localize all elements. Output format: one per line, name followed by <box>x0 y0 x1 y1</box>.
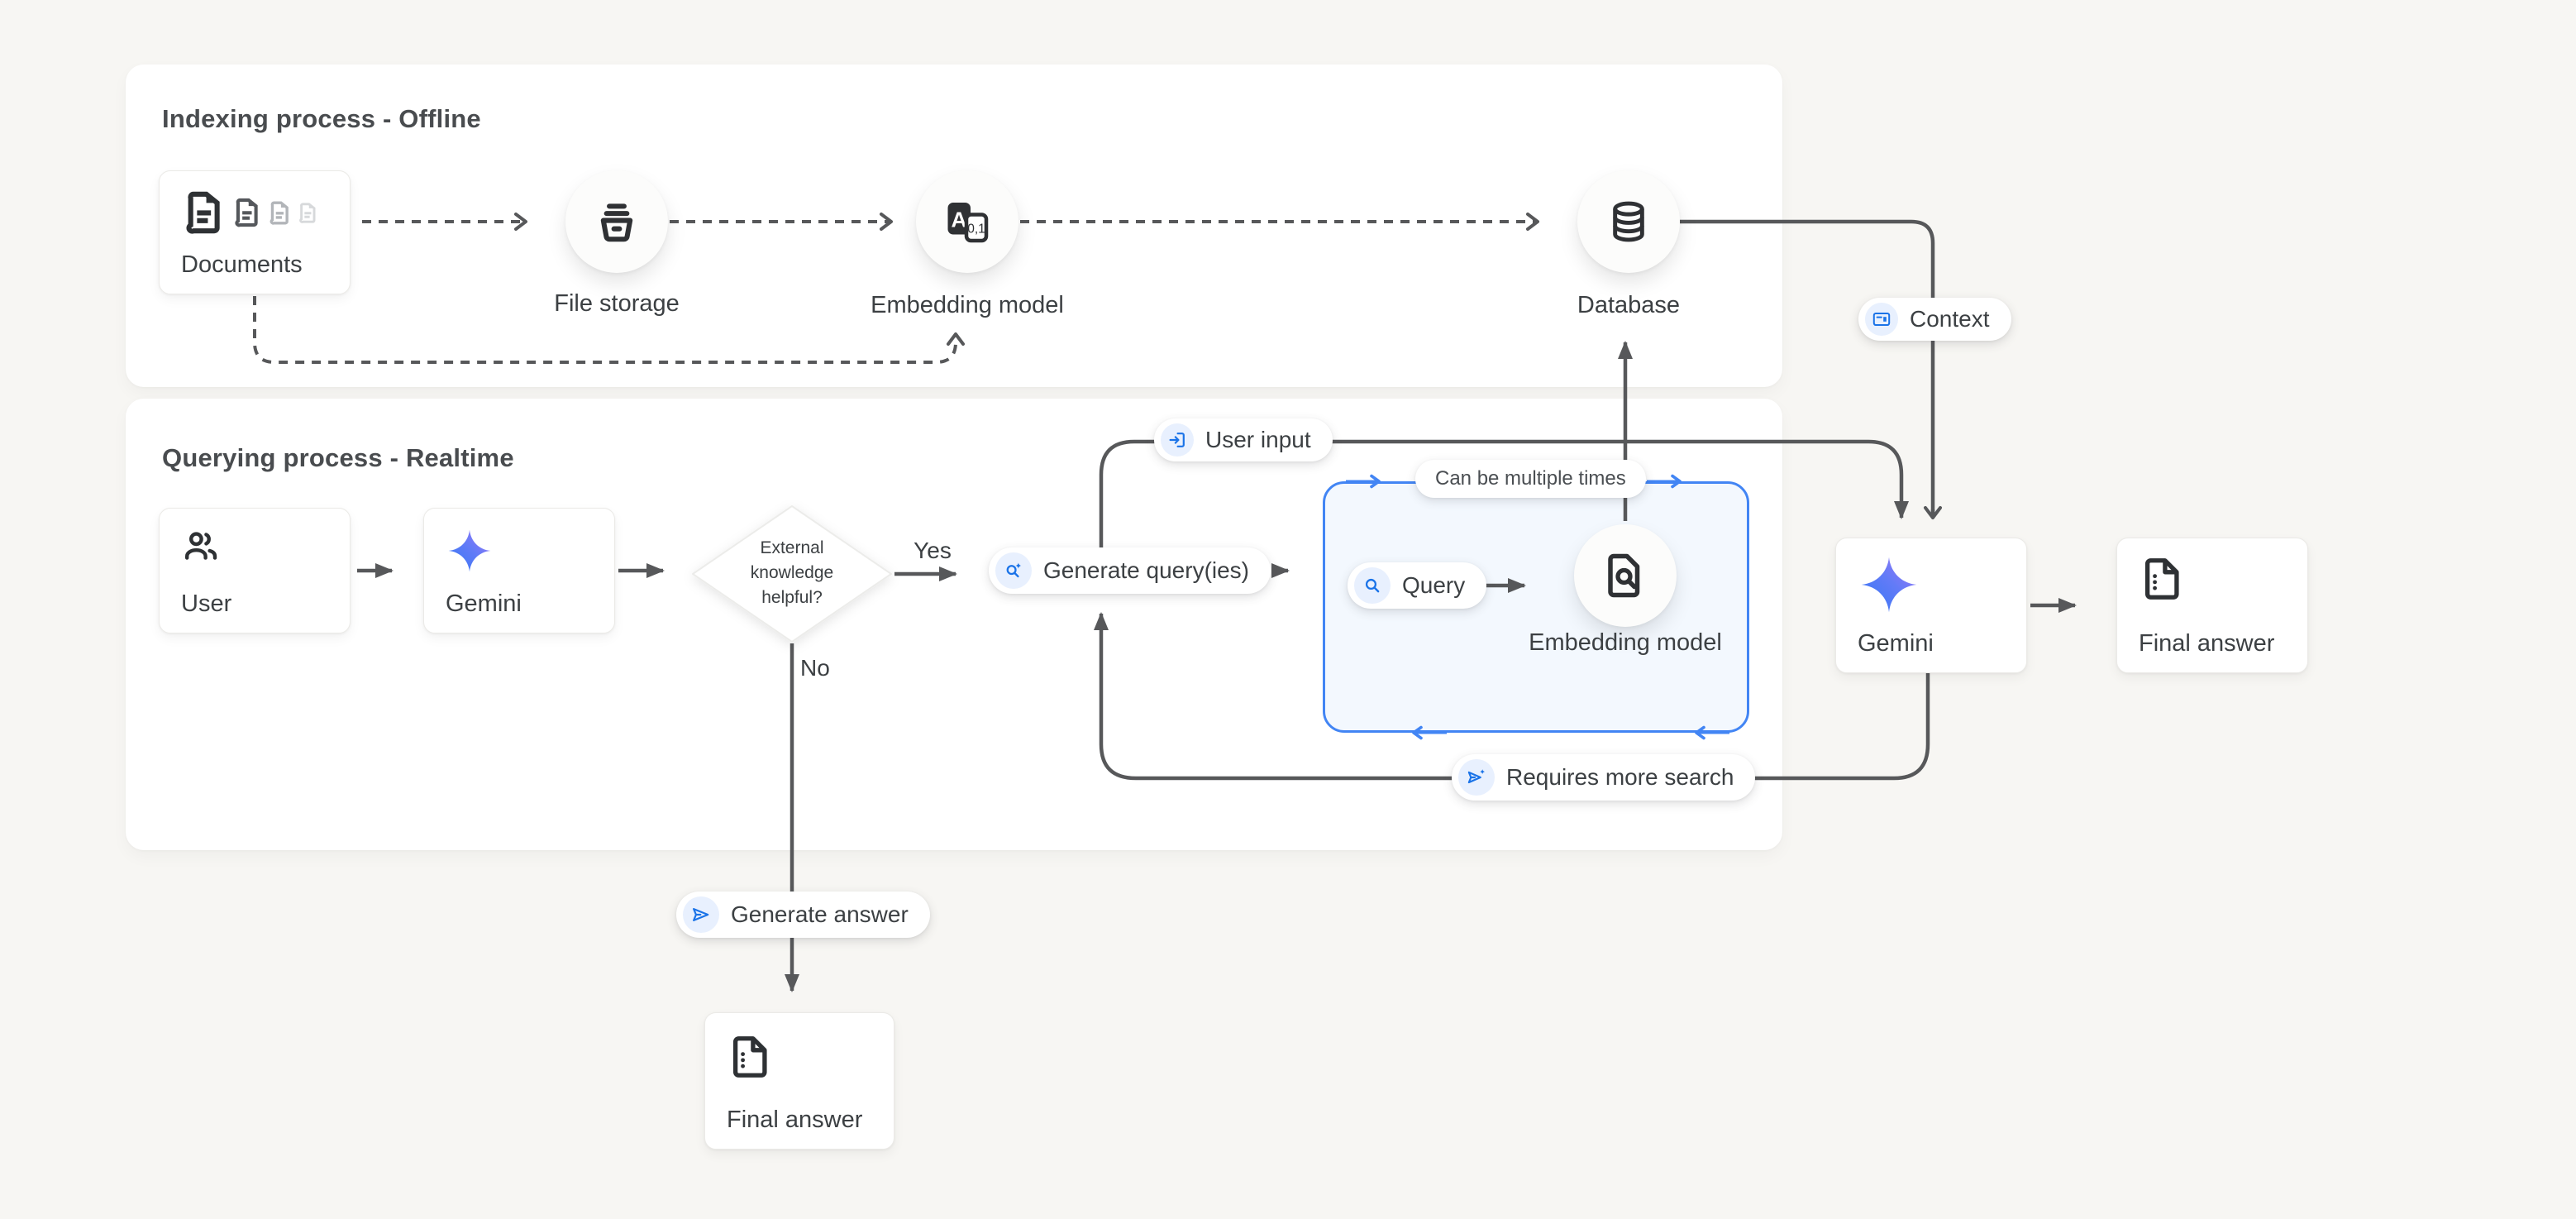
can-be-multiple-times-label: Can be multiple times <box>1435 467 1626 490</box>
document-icon <box>231 197 263 228</box>
query-search-icon <box>1354 567 1391 604</box>
documents-label: Documents <box>181 251 328 279</box>
context-pill: Context <box>1858 298 2011 341</box>
embedding-model-icon: A 0,1 <box>942 197 992 246</box>
generate-query-icon <box>995 552 1032 589</box>
rag-architecture-diagram: Indexing process - Offline Querying proc… <box>0 0 2576 1219</box>
gemini-query-label: Gemini <box>446 590 593 618</box>
user-input-label: User input <box>1205 427 1311 453</box>
documents-card: Documents <box>159 170 351 294</box>
querying-panel-title: Querying process - Realtime <box>162 443 514 473</box>
context-icon <box>1865 303 1898 336</box>
query-label: Query <box>1402 572 1465 599</box>
requires-more-search-icon <box>1458 759 1495 796</box>
final-answer-right-label: Final answer <box>2139 630 2286 657</box>
document-icon <box>181 189 227 236</box>
embedding-model-offline-label: Embedding model <box>843 288 1091 323</box>
generate-answer-icon <box>683 896 719 933</box>
user-label: User <box>181 590 328 618</box>
database-node <box>1577 170 1680 273</box>
glyph-a: A <box>952 208 967 232</box>
file-storage-label: File storage <box>493 286 741 322</box>
final-answer-right-card: Final answer <box>2116 538 2308 673</box>
file-storage-icon <box>593 198 641 246</box>
user-icon <box>181 527 221 566</box>
gemini-query-card: Gemini <box>423 508 615 633</box>
document-icon <box>297 202 319 224</box>
document-icon <box>267 200 293 226</box>
generate-query-label: Generate query(ies) <box>1043 557 1249 584</box>
embedding-model-realtime-label: Embedding model <box>1501 625 1749 661</box>
requires-more-search-pill: Requires more search <box>1452 754 1755 801</box>
yes-label: Yes <box>908 538 957 564</box>
final-answer-bottom-label: Final answer <box>727 1107 872 1134</box>
gemini-icon <box>1858 553 1920 616</box>
user-card: User <box>159 508 351 633</box>
requires-more-search-label: Requires more search <box>1506 764 1734 791</box>
user-input-icon <box>1161 423 1194 457</box>
context-label: Context <box>1910 306 1990 332</box>
indexing-panel-title: Indexing process - Offline <box>162 104 481 134</box>
database-label: Database <box>1505 288 1753 323</box>
glyph-01: 0,1 <box>967 222 985 236</box>
generate-answer-pill: Generate answer <box>676 892 930 938</box>
gemini-answer-label: Gemini <box>1858 630 2005 657</box>
file-storage-node <box>565 170 668 273</box>
final-answer-icon <box>2139 555 2187 603</box>
final-answer-bottom-card: Final answer <box>704 1012 894 1150</box>
gemini-icon <box>446 527 494 575</box>
documents-icons <box>181 189 328 236</box>
gemini-answer-card: Gemini <box>1835 538 2027 673</box>
database-icon <box>1605 198 1652 245</box>
generate-query-pill: Generate query(ies) <box>989 547 1271 594</box>
embedding-model-realtime-node <box>1574 524 1677 627</box>
file-search-icon <box>1600 551 1650 600</box>
no-label: No <box>800 655 850 681</box>
user-input-pill: User input <box>1154 418 1333 461</box>
embedding-model-offline-node: A 0,1 <box>916 170 1018 273</box>
final-answer-icon <box>727 1033 775 1081</box>
decision-label: External knowledge helpful? <box>730 536 854 610</box>
query-pill: Query <box>1348 562 1486 609</box>
can-be-multiple-times-pill: Can be multiple times <box>1415 460 1646 498</box>
generate-answer-label: Generate answer <box>731 901 909 928</box>
